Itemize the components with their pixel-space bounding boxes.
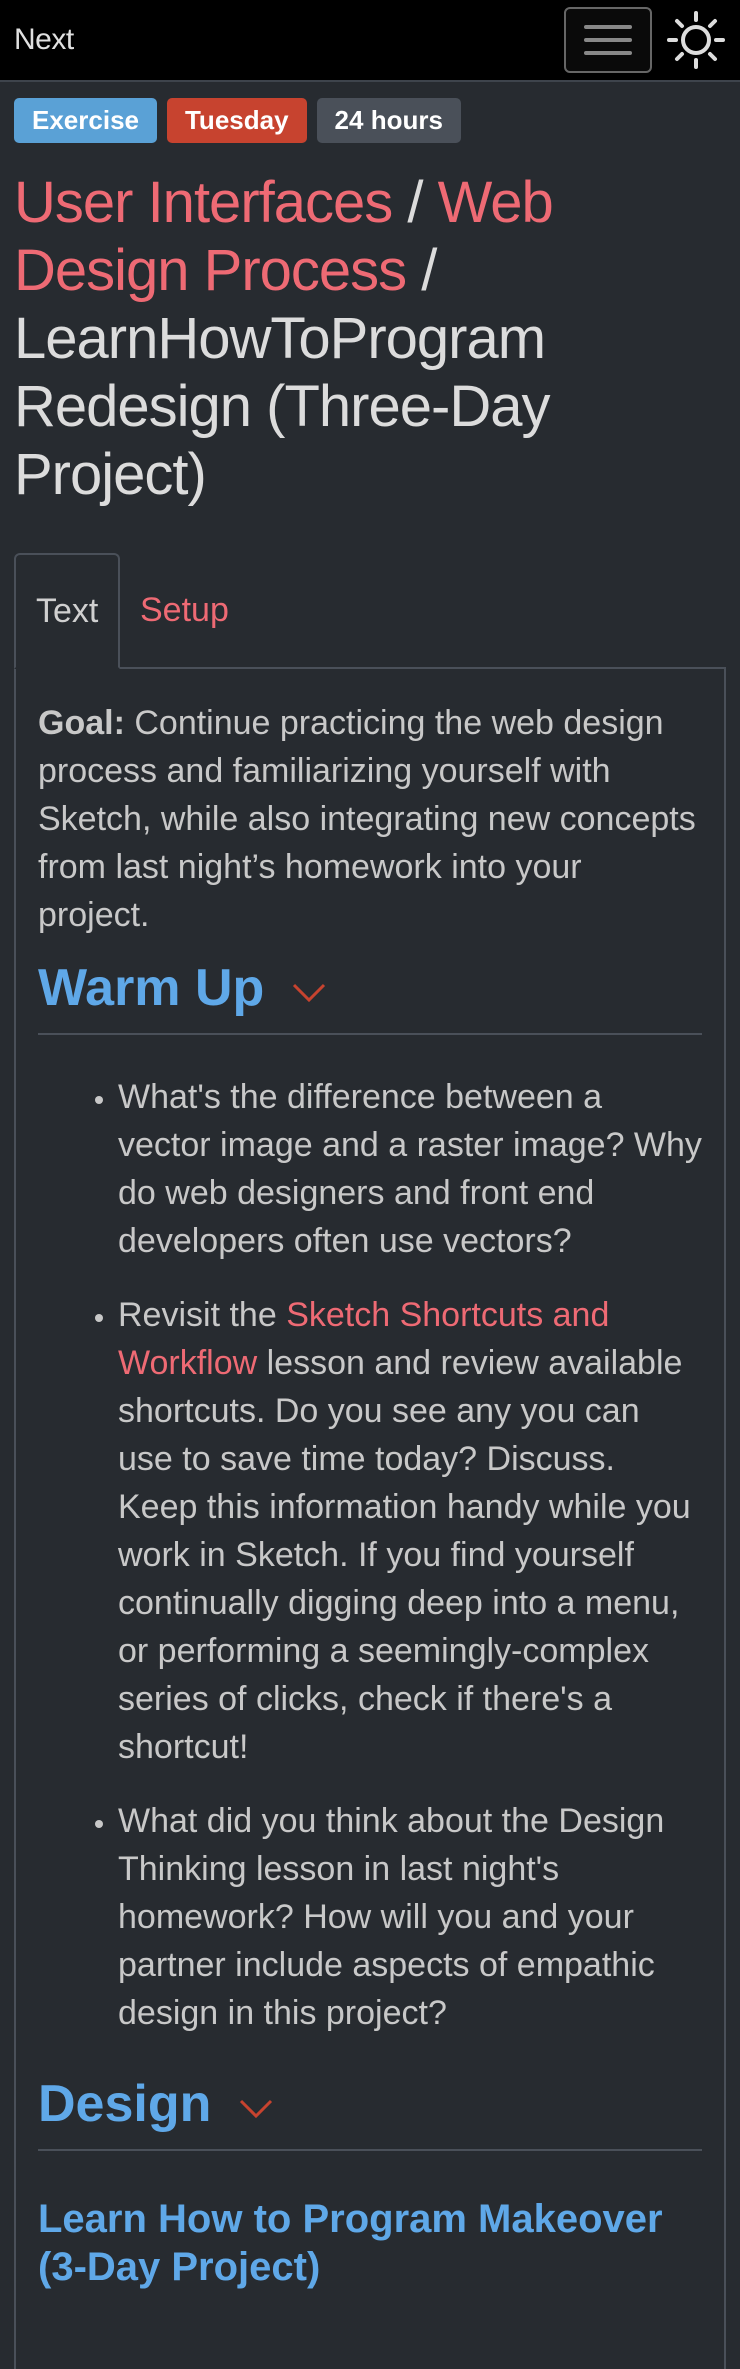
goal-paragraph: Goal: Continue practicing the web design… — [38, 699, 702, 939]
goal-text: Continue practicing the web design proce… — [38, 704, 696, 934]
tab-text[interactable]: Text — [14, 553, 120, 669]
list-item: Revisit the Sketch Shortcuts and Workflo… — [118, 1291, 702, 1771]
type-badge: Exercise — [14, 98, 157, 143]
design-subheading: Learn How to Program Makeover (3-Day Pro… — [38, 2197, 663, 2289]
chevron-down-icon[interactable] — [292, 983, 326, 1003]
list-item: What did you think about the Design Thin… — [118, 1797, 702, 2037]
page-title: User Interfaces / Web Design Process / L… — [0, 143, 740, 509]
duration-badge: 24 hours — [316, 98, 461, 143]
goal-label: Goal: — [38, 704, 125, 742]
tab-setup[interactable]: Setup — [120, 553, 249, 667]
lesson-badges: Exercise Tuesday 24 hours — [0, 82, 740, 143]
day-badge: Tuesday — [166, 98, 307, 143]
warmup-question: What's the difference between a vector i… — [118, 1078, 702, 1260]
sun-icon[interactable] — [666, 10, 726, 70]
navbar-controls — [564, 7, 740, 73]
breadcrumb-separator: / — [406, 238, 437, 303]
lesson-tabs: Text Setup — [14, 553, 726, 669]
warmup-heading: Warm Up — [38, 959, 265, 1017]
design-heading: Design — [38, 2075, 212, 2133]
next-link[interactable]: Next — [14, 23, 74, 57]
warmup-question: What did you think about the Design Thin… — [118, 1802, 665, 2032]
breadcrumb-separator: / — [392, 170, 438, 235]
top-navbar: Next — [0, 0, 740, 82]
lesson-title: LearnHowToProgram Redesign (Three-Day Pr… — [14, 306, 550, 507]
lesson-content: Goal: Continue practicing the web design… — [14, 669, 726, 2369]
warmup-question: lesson and review available shortcuts. D… — [118, 1344, 691, 1766]
list-item: What's the difference between a vector i… — [118, 1073, 702, 1265]
chevron-down-icon[interactable] — [239, 2099, 273, 2119]
hamburger-menu-icon[interactable] — [564, 7, 652, 73]
design-section-header[interactable]: Design — [38, 2073, 702, 2151]
breadcrumb-course-link[interactable]: User Interfaces — [14, 170, 393, 235]
warmup-list: What's the difference between a vector i… — [38, 1073, 702, 2037]
warmup-question: Revisit the — [118, 1296, 287, 1334]
warmup-section-header[interactable]: Warm Up — [38, 957, 702, 1035]
